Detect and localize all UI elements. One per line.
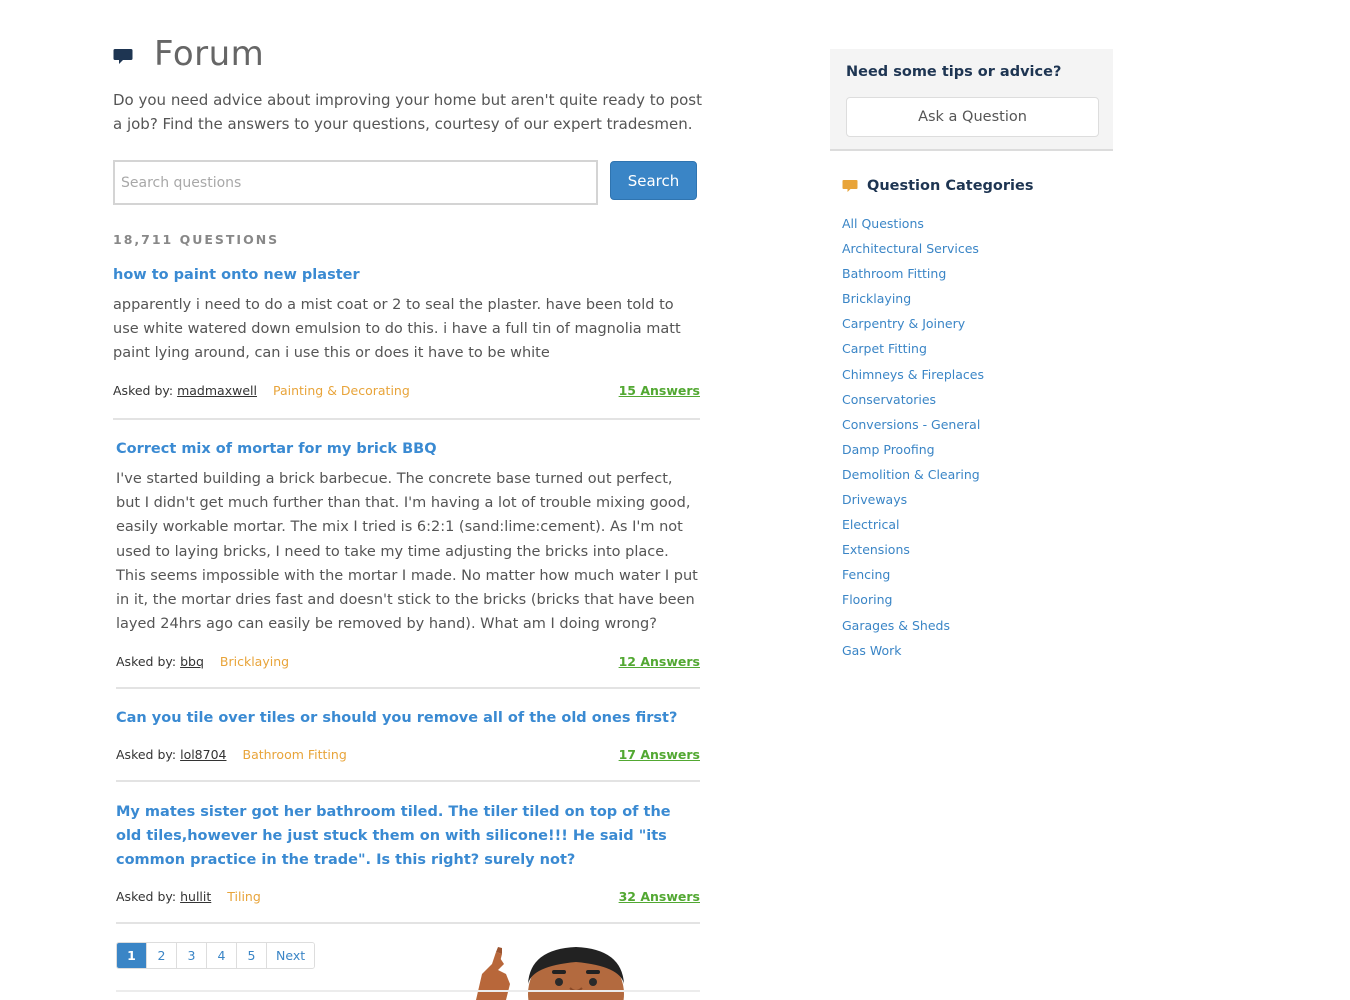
category-item: Conservatories <box>842 390 984 415</box>
category-link-electrical[interactable]: Electrical <box>842 517 899 532</box>
asked-by-label: Asked by: <box>116 746 177 762</box>
category-link-garages-sheds[interactable]: Garages & Sheds <box>842 618 950 633</box>
divider <box>116 990 700 992</box>
answers-count-link[interactable]: 15 Answers <box>619 383 700 398</box>
answers-count-link[interactable]: 32 Answers <box>619 889 700 904</box>
category-list: All Questions Architectural Services Bat… <box>842 214 984 666</box>
category-link-flooring[interactable]: Flooring <box>842 592 892 607</box>
question-count: 18,711 QUESTIONS <box>113 232 280 247</box>
category-link-all-questions[interactable]: All Questions <box>842 216 924 231</box>
question-title-link[interactable]: My mates sister got her bathroom tiled. … <box>116 800 700 872</box>
category-item: Chimneys & Fireplaces <box>842 365 984 390</box>
category-item: Gas Work <box>842 641 984 666</box>
answers-count-link[interactable]: 12 Answers <box>619 654 700 669</box>
category-link-chimneys-fireplaces[interactable]: Chimneys & Fireplaces <box>842 367 984 382</box>
question-meta: Asked by: madmaxwell Painting & Decorati… <box>113 380 700 400</box>
asked-by-user[interactable]: bbq <box>180 654 204 669</box>
category-item: Extensions <box>842 540 984 565</box>
category-link-fencing[interactable]: Fencing <box>842 567 890 582</box>
search-button[interactable]: Search <box>610 161 697 200</box>
category-link-architectural-services[interactable]: Architectural Services <box>842 241 979 256</box>
category-link-demolition-clearing[interactable]: Demolition & Clearing <box>842 467 980 482</box>
question-excerpt: I've started building a brick barbecue. … <box>116 471 698 633</box>
page-title: Forum <box>154 34 265 74</box>
category-item: Driveways <box>842 490 984 515</box>
category-item: Bricklaying <box>842 289 984 314</box>
speech-bubble-icon <box>113 49 133 64</box>
tips-heading: Need some tips or advice? <box>846 64 1062 80</box>
question-category-link[interactable]: Bathroom Fitting <box>243 747 347 762</box>
page-link[interactable]: 3 <box>177 943 207 968</box>
question-category-link[interactable]: Tiling <box>227 889 261 904</box>
question-item: Correct mix of mortar for my brick BBQ I… <box>116 437 700 689</box>
category-item: Demolition & Clearing <box>842 465 984 490</box>
ask-question-button[interactable]: Ask a Question <box>846 97 1099 137</box>
category-item: Carpet Fitting <box>842 339 984 364</box>
category-item: Garages & Sheds <box>842 616 984 641</box>
category-link-extensions[interactable]: Extensions <box>842 542 910 557</box>
question-category-link[interactable]: Painting & Decorating <box>273 383 410 398</box>
question-item: Can you tile over tiles or should you re… <box>116 706 700 782</box>
category-link-carpet-fitting[interactable]: Carpet Fitting <box>842 341 927 356</box>
asked-by-label: Asked by: <box>116 888 177 904</box>
category-item: Bathroom Fitting <box>842 264 984 289</box>
search-input[interactable] <box>113 160 598 205</box>
categories-header: Question Categories <box>842 178 1033 194</box>
question-meta: Asked by: hullit Tiling 32 Answers <box>116 886 700 906</box>
forum-header: Forum <box>113 34 264 74</box>
category-item: All Questions <box>842 214 984 239</box>
question-meta: Asked by: bbq Bricklaying 12 Answers <box>116 651 700 671</box>
categories-title: Question Categories <box>867 178 1034 194</box>
category-link-damp-proofing[interactable]: Damp Proofing <box>842 442 935 457</box>
category-item: Damp Proofing <box>842 440 984 465</box>
asked-by-label: Asked by: <box>113 382 174 398</box>
question-title-link[interactable]: how to paint onto new plaster <box>113 263 700 287</box>
asked-by-user[interactable]: madmaxwell <box>177 383 257 398</box>
tips-box: Need some tips or advice? Ask a Question <box>830 49 1113 151</box>
category-item: Fencing <box>842 565 984 590</box>
page-link[interactable]: 2 <box>147 943 177 968</box>
speech-bubble-icon <box>842 180 858 192</box>
asked-by-user[interactable]: hullit <box>180 889 211 904</box>
pagination: 1 2 3 4 5 Next <box>116 942 316 969</box>
question-category-link[interactable]: Bricklaying <box>220 654 289 669</box>
question-excerpt: apparently i need to do a mist coat or 2… <box>113 297 681 362</box>
category-link-carpentry-joinery[interactable]: Carpentry & Joinery <box>842 316 965 331</box>
question-meta: Asked by: lol8704 Bathroom Fitting 17 An… <box>116 744 700 764</box>
category-item: Electrical <box>842 515 984 540</box>
category-item: Carpentry & Joinery <box>842 314 984 339</box>
category-item: Conversions - General <box>842 415 984 440</box>
answers-count-link[interactable]: 17 Answers <box>619 747 700 762</box>
page-link[interactable]: 4 <box>207 943 237 968</box>
category-link-bricklaying[interactable]: Bricklaying <box>842 291 911 306</box>
category-link-driveways[interactable]: Driveways <box>842 492 907 507</box>
question-title-link[interactable]: Correct mix of mortar for my brick BBQ <box>116 437 700 461</box>
category-link-gas-work[interactable]: Gas Work <box>842 643 902 658</box>
category-link-conservatories[interactable]: Conservatories <box>842 392 936 407</box>
page-link-current[interactable]: 1 <box>117 943 147 968</box>
category-item: Flooring <box>842 590 984 615</box>
page-link[interactable]: 5 <box>237 943 267 968</box>
question-item: how to paint onto new plaster apparently… <box>113 263 700 420</box>
asked-by-user[interactable]: lol8704 <box>180 747 226 762</box>
question-title-link[interactable]: Can you tile over tiles or should you re… <box>116 706 700 730</box>
next-page-link[interactable]: Next <box>267 943 315 968</box>
category-link-conversions-general[interactable]: Conversions - General <box>842 417 980 432</box>
category-item: Architectural Services <box>842 239 984 264</box>
intro-text: Do you need advice about improving your … <box>113 91 703 133</box>
question-item: My mates sister got her bathroom tiled. … <box>116 800 700 924</box>
asked-by-label: Asked by: <box>116 653 177 669</box>
category-link-bathroom-fitting[interactable]: Bathroom Fitting <box>842 266 946 281</box>
